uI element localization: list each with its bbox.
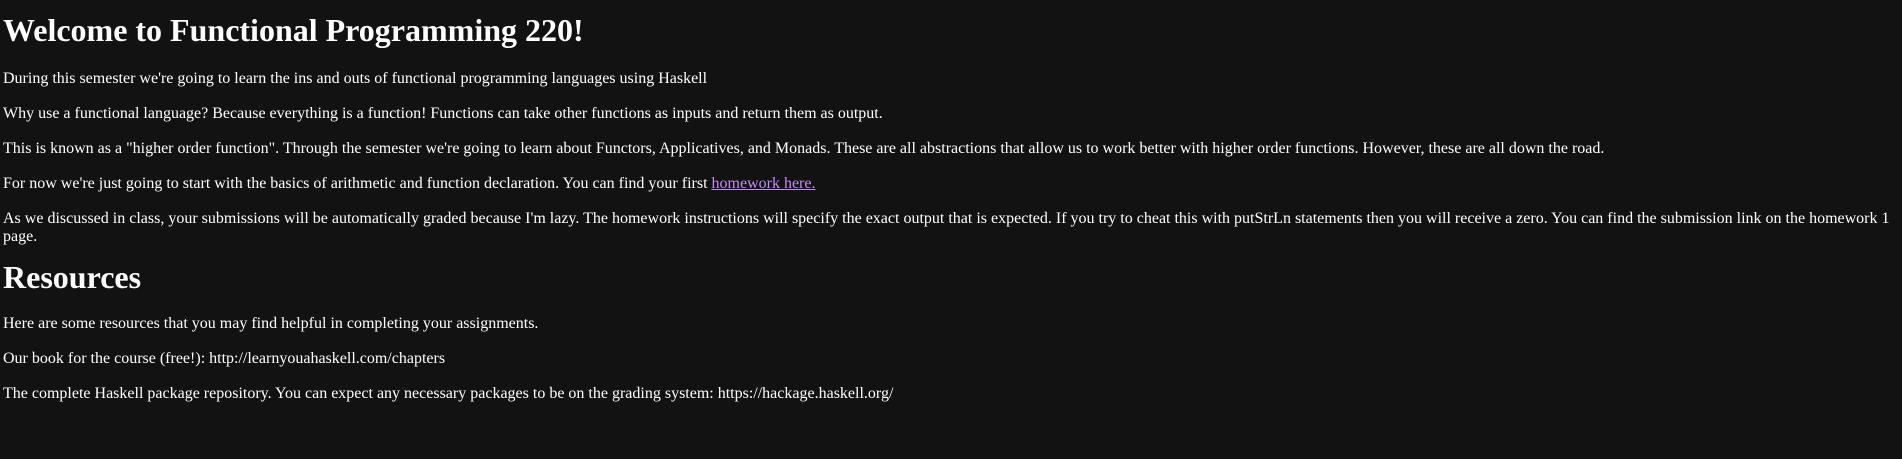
homework-paragraph-text: For now we're just going to start with t… bbox=[3, 174, 712, 192]
resources-intro: Here are some resources that you may fin… bbox=[3, 315, 539, 333]
grading-paragraph: As we discussed in class, your submissio… bbox=[3, 209, 1890, 246]
page-title: Welcome to Functional Programming 220! bbox=[3, 12, 584, 48]
homework-link[interactable]: homework here. bbox=[712, 175, 816, 192]
higher-order-paragraph: This is known as a "higher order functio… bbox=[3, 139, 1605, 157]
intro-paragraph: During this semester we're going to lear… bbox=[3, 70, 708, 87]
resources-heading: Resources bbox=[3, 259, 142, 296]
hackage-resource: The complete Haskell package repository.… bbox=[3, 385, 894, 402]
book-resource: Our book for the course (free!): http://… bbox=[3, 350, 446, 368]
page-content: Welcome to Functional Programming 220! D… bbox=[3, 0, 1897, 404]
homework-paragraph: For now we're just going to start with t… bbox=[3, 175, 1897, 194]
why-functional-paragraph: Why use a functional language? Because e… bbox=[3, 104, 883, 122]
